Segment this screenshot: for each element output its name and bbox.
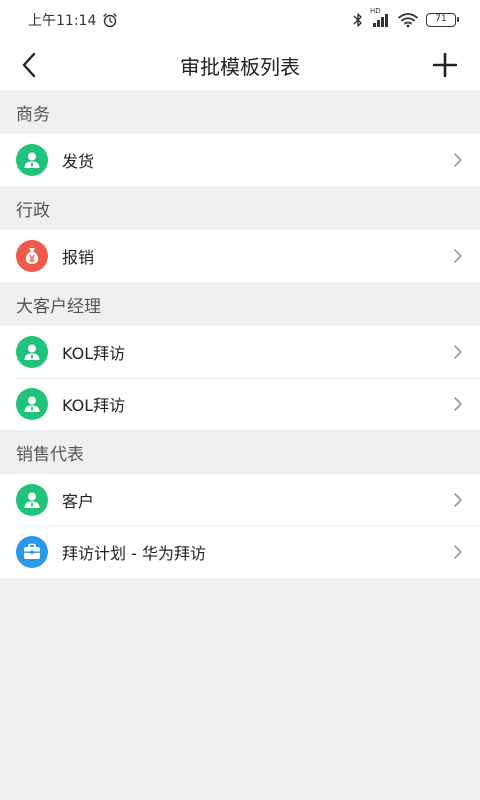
chevron-right-icon (450, 396, 466, 412)
add-button[interactable] (428, 48, 462, 82)
network-type-label: HD (370, 7, 381, 15)
list-item-label: 发货 (62, 152, 95, 171)
battery-level: 71 (435, 14, 447, 24)
section-header: 行政 (0, 186, 480, 230)
chevron-right-icon (450, 248, 466, 264)
wifi-icon (398, 13, 418, 28)
signal-icon (373, 14, 388, 27)
list-item-label: 拜访计划 - 华为拜访 (62, 544, 206, 563)
list-item[interactable]: 客户 (0, 474, 480, 526)
signal-group: HD (370, 7, 390, 27)
person-icon (16, 144, 48, 176)
list-item[interactable]: 发货 (0, 134, 480, 186)
list-item[interactable]: 拜访计划 - 华为拜访 (0, 526, 480, 578)
list-item-label: 客户 (62, 492, 95, 511)
list-item-label: 报销 (62, 248, 95, 267)
list-item[interactable]: 报销 (0, 230, 480, 282)
bluetooth-icon (353, 13, 362, 27)
template-list: 商务 发货 行政 报销 大客户经理 KOL拜访 KOL拜访 销售代表 客户 拜访… (0, 90, 480, 578)
chevron-right-icon (450, 344, 466, 360)
section-header: 销售代表 (0, 430, 480, 474)
chevron-right-icon (450, 544, 466, 560)
status-time-group: 上午11:14 (28, 10, 118, 30)
back-button[interactable] (12, 48, 46, 82)
back-arrow-icon (22, 52, 36, 78)
status-icons: HD 71 (352, 7, 459, 28)
plus-icon (433, 53, 457, 77)
person-icon (16, 484, 48, 516)
alarm-icon (103, 13, 118, 28)
nav-bar: 审批模板列表 (0, 40, 480, 90)
battery-icon: 71 (426, 13, 459, 27)
section-header: 商务 (0, 90, 480, 134)
chevron-right-icon (450, 492, 466, 508)
list-item[interactable]: KOL拜访 (0, 378, 480, 430)
person-icon (16, 336, 48, 368)
status-bar: 上午11:14 HD 71 (0, 0, 480, 40)
page-title: 审批模板列表 (180, 54, 300, 79)
list-item-label: KOL拜访 (62, 344, 126, 363)
briefcase-icon (16, 536, 48, 568)
chevron-right-icon (450, 152, 466, 168)
status-time: 上午11:14 (28, 13, 97, 29)
list-item-label: KOL拜访 (62, 396, 126, 415)
list-item[interactable]: KOL拜访 (0, 326, 480, 378)
money-bag-icon (16, 240, 48, 272)
person-icon (16, 388, 48, 420)
section-header: 大客户经理 (0, 282, 480, 326)
